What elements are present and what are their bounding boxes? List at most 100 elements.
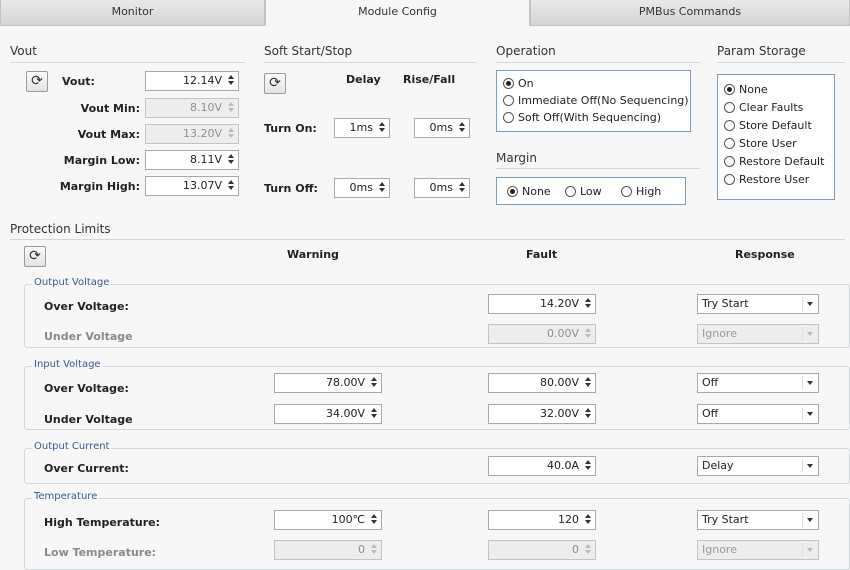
refresh-icon: ⟳: [29, 248, 41, 264]
soft-refresh-button[interactable]: ⟳: [264, 73, 286, 94]
protection-refresh-button[interactable]: ⟳: [24, 246, 46, 267]
radio-indicator: [724, 138, 735, 149]
turn-on-label: Turn On:: [264, 122, 317, 135]
fault-column-header: Fault: [526, 248, 558, 261]
low-temp-warning-field: 0: [274, 540, 382, 560]
spinner[interactable]: [583, 513, 593, 527]
operation-immediate-off-radio[interactable]: Immediate Off(No Sequencing): [503, 94, 689, 107]
spinner[interactable]: [377, 121, 387, 135]
spinner[interactable]: [583, 459, 593, 473]
select-value: Ignore: [702, 327, 737, 340]
radio-label: None: [522, 185, 551, 198]
radio-label: None: [739, 83, 768, 96]
spinner[interactable]: [369, 407, 379, 421]
margin-none-radio[interactable]: None: [507, 185, 551, 198]
input-ov-fault-field[interactable]: 80.00V: [488, 373, 596, 393]
spinner[interactable]: [369, 376, 379, 390]
vout-section-title: Vout: [10, 44, 37, 58]
radio-label: High: [636, 185, 662, 198]
operation-soft-off-radio[interactable]: Soft Off(With Sequencing): [503, 111, 661, 124]
radio-label: Store Default: [739, 119, 812, 132]
high-temp-fault-field[interactable]: 120: [488, 510, 596, 530]
margin-low-radio[interactable]: Low: [565, 185, 602, 198]
input-ov-warning-field[interactable]: 78.00V: [274, 373, 382, 393]
select-value: Off: [702, 376, 719, 389]
vout-label: Vout:: [62, 75, 95, 88]
radio-indicator: [507, 186, 518, 197]
output-uv-fault-value: 0.00V: [546, 327, 579, 340]
radio-indicator: [724, 102, 735, 113]
param-store-user-radio[interactable]: Store User: [724, 137, 797, 150]
input-uv-fault-value: 32.00V: [539, 407, 579, 420]
spinner[interactable]: [226, 74, 236, 88]
input-uv-fault-field[interactable]: 32.00V: [488, 404, 596, 424]
divider: [264, 62, 476, 63]
over-current-fault-value: 40.0A: [546, 459, 579, 472]
radio-indicator: [503, 112, 514, 123]
tab-monitor[interactable]: Monitor: [0, 0, 265, 26]
output-uv-response-select: Ignore: [697, 324, 819, 344]
margin-low-field[interactable]: 8.11V: [145, 150, 239, 170]
param-store-default-radio[interactable]: Store Default: [724, 119, 812, 132]
tab-pmbus-commands[interactable]: PMBus Commands: [530, 0, 850, 26]
over-current-response-select[interactable]: Delay: [697, 456, 819, 476]
turn-off-delay-field[interactable]: 0ms: [334, 178, 390, 198]
radio-indicator: [724, 84, 735, 95]
turn-off-label: Turn Off:: [264, 182, 318, 195]
param-clear-faults-radio[interactable]: Clear Faults: [724, 101, 803, 114]
over-current-fault-field[interactable]: 40.0A: [488, 456, 596, 476]
turn-off-delay-value: 0ms: [349, 181, 373, 194]
radio-indicator: [724, 156, 735, 167]
param-none-radio[interactable]: None: [724, 83, 768, 96]
turn-off-rise-field[interactable]: 0ms: [414, 178, 470, 198]
high-temp-response-select[interactable]: Try Start: [697, 510, 819, 530]
output-ov-fault-field[interactable]: 14.20V: [488, 294, 596, 314]
radio-indicator: [724, 174, 735, 185]
output-over-voltage-label: Over Voltage:: [44, 300, 129, 313]
turn-off-rise-value: 0ms: [429, 181, 453, 194]
radio-indicator: [503, 95, 514, 106]
spinner[interactable]: [457, 121, 467, 135]
low-temp-response-select: Ignore: [697, 540, 819, 560]
spinner[interactable]: [583, 297, 593, 311]
spinner[interactable]: [369, 513, 379, 527]
input-uv-warning-value: 34.00V: [325, 407, 365, 420]
vout-max-label: Vout Max:: [77, 128, 140, 141]
margin-high-radio[interactable]: High: [621, 185, 661, 198]
margin-high-field[interactable]: 13.07V: [145, 176, 239, 196]
input-uv-response-select[interactable]: Off: [697, 404, 819, 424]
input-ov-response-select[interactable]: Off: [697, 373, 819, 393]
high-temp-warning-value: 100℃: [331, 513, 365, 526]
vout-field[interactable]: 12.14V: [145, 71, 239, 91]
chevron-down-icon: [802, 459, 816, 473]
spinner[interactable]: [226, 179, 236, 193]
spinner[interactable]: [226, 153, 236, 167]
turn-on-delay-value: 1ms: [349, 121, 373, 134]
spinner[interactable]: [377, 181, 387, 195]
response-column-header: Response: [735, 248, 795, 261]
spinner[interactable]: [583, 407, 593, 421]
param-restore-default-radio[interactable]: Restore Default: [724, 155, 824, 168]
spinner[interactable]: [457, 181, 467, 195]
tab-module-config[interactable]: Module Config: [265, 0, 530, 26]
vout-max-value: 13.20V: [182, 127, 222, 140]
refresh-icon: ⟳: [31, 73, 43, 89]
spinner[interactable]: [583, 376, 593, 390]
radio-label: On: [518, 77, 534, 90]
margin-low-value: 8.11V: [189, 153, 222, 166]
vout-refresh-button[interactable]: ⟳: [26, 71, 48, 92]
output-voltage-group-label: Output Voltage: [32, 277, 112, 288]
refresh-icon: ⟳: [269, 75, 281, 91]
turn-on-delay-field[interactable]: 1ms: [334, 118, 390, 138]
over-current-label: Over Current:: [44, 462, 129, 475]
turn-on-rise-field[interactable]: 0ms: [414, 118, 470, 138]
high-temp-warning-field[interactable]: 100℃: [274, 510, 382, 530]
operation-on-radio[interactable]: On: [503, 77, 534, 90]
margin-high-label: Margin High:: [59, 180, 140, 193]
output-ov-response-select[interactable]: Try Start: [697, 294, 819, 314]
tab-bar: Monitor Module Config PMBus Commands: [0, 0, 850, 26]
input-uv-warning-field[interactable]: 34.00V: [274, 404, 382, 424]
param-restore-user-radio[interactable]: Restore User: [724, 173, 809, 186]
high-temp-fault-value: 120: [558, 513, 579, 526]
radio-indicator: [503, 78, 514, 89]
